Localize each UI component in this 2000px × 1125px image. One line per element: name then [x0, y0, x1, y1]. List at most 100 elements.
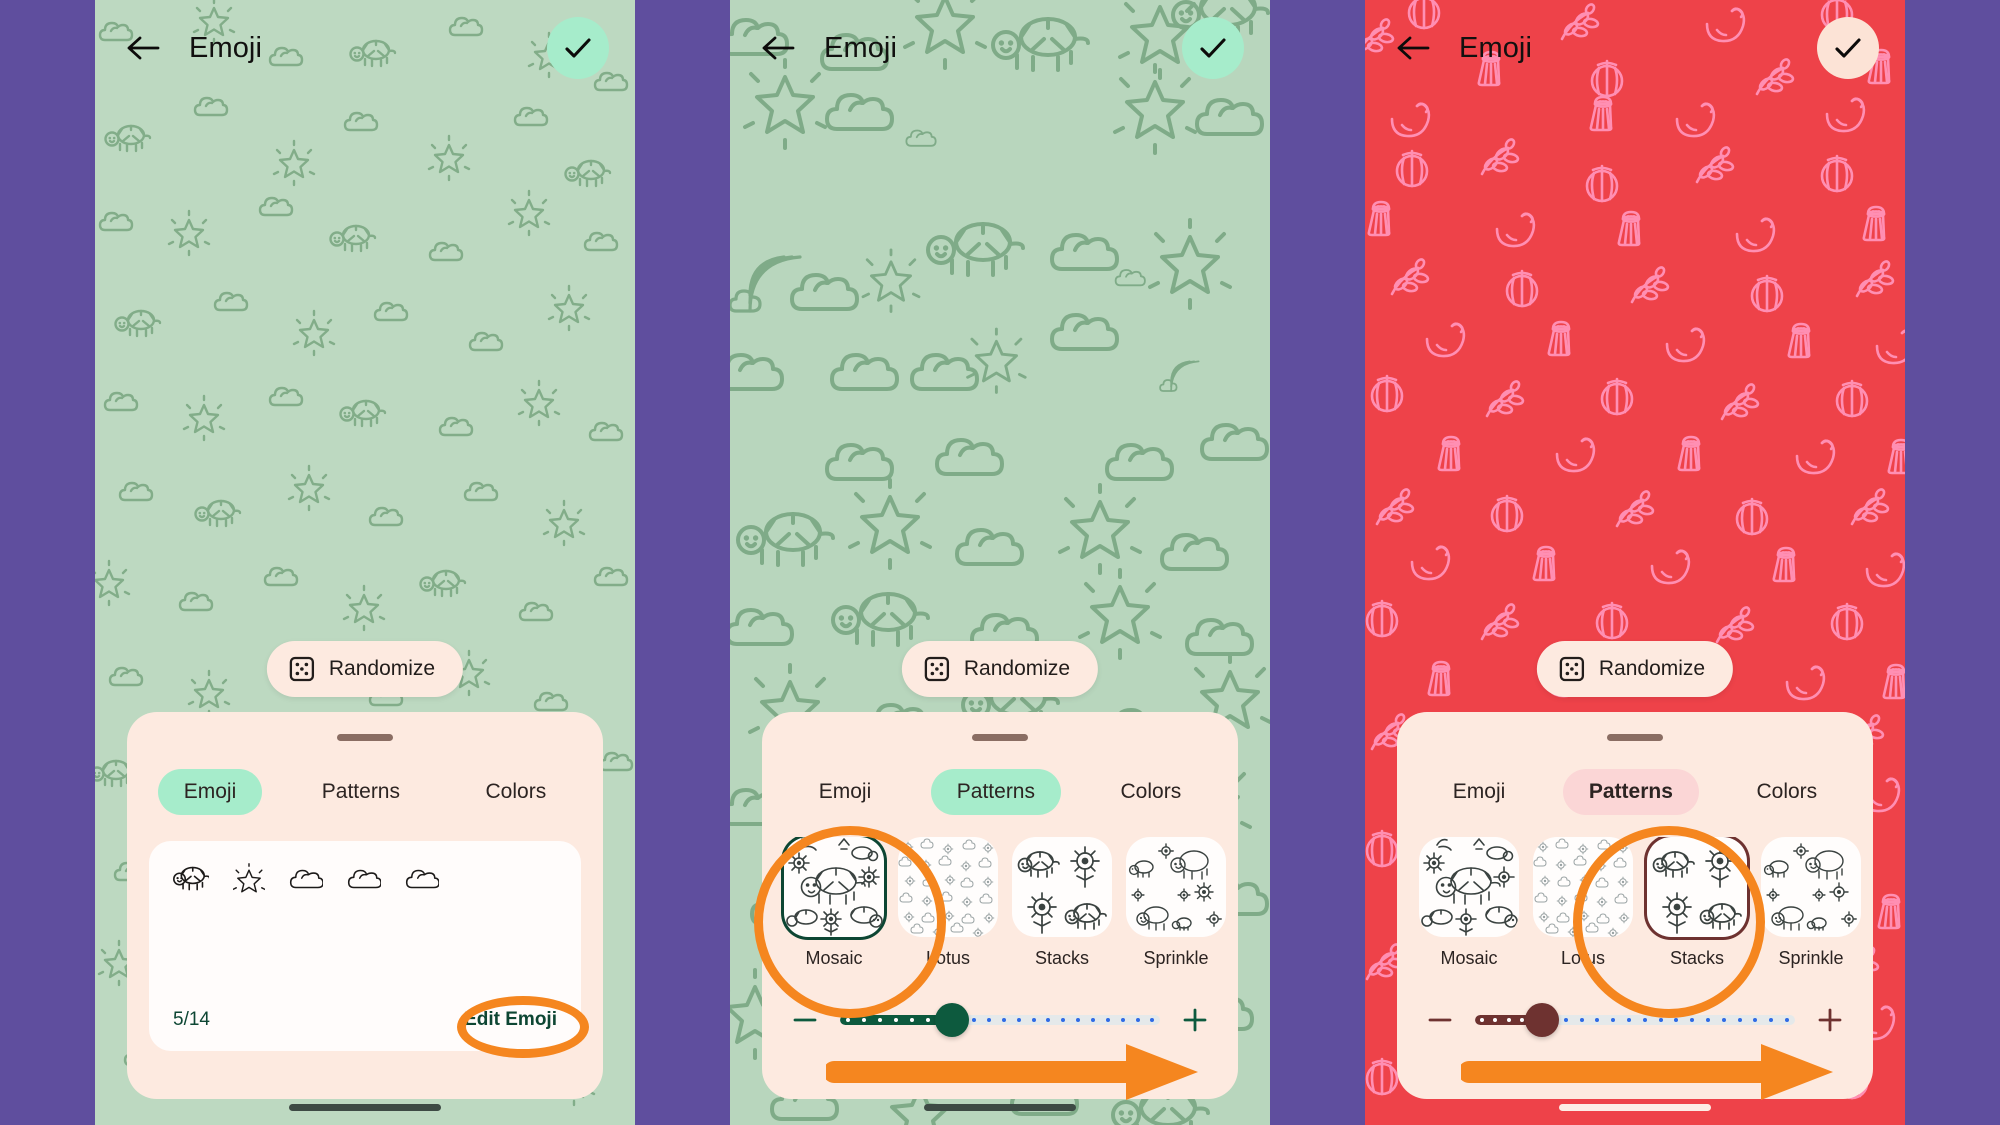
scale-slider-thumb[interactable]: [935, 1003, 969, 1037]
page-title: Emoji: [824, 31, 898, 64]
left-backdrop: [0, 0, 95, 1125]
pattern-option-lotus[interactable]: Lotus: [898, 837, 998, 969]
pattern-option-stacks[interactable]: Stacks: [1647, 837, 1747, 969]
increase-scale-button[interactable]: [1813, 1003, 1847, 1037]
pattern-thumbnail-lotus[interactable]: [1533, 837, 1633, 937]
emoji-sparkle-star[interactable]: [233, 863, 265, 895]
emoji-selection-card: 5/14 Edit Emoji: [149, 841, 581, 1051]
pattern-label-lotus: Lotus: [925, 948, 971, 968]
back-arrow-icon[interactable]: [121, 25, 167, 71]
pattern-option-lotus[interactable]: Lotus: [1533, 837, 1633, 969]
pattern-label-stacks: Stacks: [1669, 948, 1725, 968]
randomize-button-3[interactable]: Randomize: [1536, 641, 1734, 697]
pattern-label-stacks: Stacks: [1034, 948, 1090, 968]
tab-emoji[interactable]: Emoji: [793, 769, 898, 815]
decrease-scale-button[interactable]: [788, 1003, 822, 1037]
pattern-option-stacks[interactable]: Stacks: [1012, 837, 1112, 969]
randomize-label: Randomize: [1598, 657, 1706, 680]
randomize-label: Randomize: [963, 657, 1071, 680]
confirm-check-button[interactable]: [547, 17, 609, 79]
emoji-counter: 5/14: [173, 1009, 210, 1030]
pattern-label-mosaic: Mosaic: [805, 948, 863, 968]
randomize-button-2[interactable]: Randomize: [901, 641, 1099, 697]
slider-dots-remaining: [952, 1015, 1160, 1025]
dice-icon: [1559, 656, 1585, 682]
pattern-option-mosaic[interactable]: Mosaic: [1419, 837, 1519, 969]
sheet-drag-handle[interactable]: [337, 734, 393, 741]
bottom-sheet-1: Emoji Patterns Colors 5/14 Edit Emoji: [127, 712, 603, 1099]
dice-icon: [289, 656, 315, 682]
randomize-button-1[interactable]: Randomize: [266, 641, 464, 697]
tab-colors[interactable]: Colors: [1095, 769, 1208, 815]
bottom-sheet-2: Emoji Patterns Colors Mosaic Lotus Stack…: [762, 712, 1238, 1099]
tab-emoji[interactable]: Emoji: [1427, 769, 1532, 815]
tab-colors[interactable]: Colors: [460, 769, 573, 815]
increase-scale-button[interactable]: [1178, 1003, 1212, 1037]
decrease-scale-button[interactable]: [1423, 1003, 1457, 1037]
tab-bar-3: Emoji Patterns Colors: [1397, 769, 1873, 815]
page-title: Emoji: [1459, 31, 1533, 64]
check-icon: [1200, 38, 1226, 58]
pattern-thumbnail-mosaic[interactable]: [1419, 837, 1519, 937]
sheet-drag-handle[interactable]: [972, 734, 1028, 741]
confirm-check-button[interactable]: [1182, 17, 1244, 79]
app-header-2: Emoji: [730, 0, 1270, 96]
phone-panel-3: Emoji Randomize Emoji Patterns Colors Mo…: [1365, 0, 1905, 1125]
pattern-option-sprinkle[interactable]: Sprinkle: [1126, 837, 1226, 969]
pattern-label-lotus: Lotus: [1560, 948, 1606, 968]
home-indicator-3: [1559, 1104, 1711, 1111]
emoji-cloud-3[interactable]: [405, 866, 439, 892]
pattern-list-3[interactable]: Mosaic Lotus Stacks Sprinkle: [1397, 837, 1873, 969]
back-arrow-icon[interactable]: [756, 25, 802, 71]
pattern-thumbnail-lotus[interactable]: [898, 837, 998, 937]
emoji-cloud-1[interactable]: [289, 866, 323, 892]
tab-emoji[interactable]: Emoji: [157, 769, 263, 815]
plus-icon: [1818, 1008, 1842, 1032]
pattern-label-mosaic: Mosaic: [1440, 948, 1498, 968]
check-icon: [565, 38, 591, 58]
emoji-card-footer: 5/14 Edit Emoji: [173, 1009, 557, 1031]
minus-icon: [793, 1018, 817, 1022]
dice-icon: [924, 656, 950, 682]
right-backdrop: [1905, 0, 2000, 1125]
scale-slider-track-wrap[interactable]: [840, 1003, 1160, 1037]
pattern-label-sprinkle: Sprinkle: [1778, 948, 1844, 968]
tab-patterns[interactable]: Patterns: [930, 769, 1061, 815]
bottom-sheet-3: Emoji Patterns Colors Mosaic Lotus Stack…: [1397, 712, 1873, 1099]
screenshot-canvas: Emoji Randomize Emoji Patterns Colors 5/…: [0, 0, 2000, 1125]
randomize-label: Randomize: [328, 657, 436, 680]
pattern-thumbnail-mosaic[interactable]: [784, 837, 884, 937]
pattern-thumbnail-sprinkle[interactable]: [1761, 837, 1861, 937]
selected-emoji-row: [173, 863, 557, 895]
plus-icon: [1183, 1008, 1207, 1032]
tab-bar-1: Emoji Patterns Colors: [127, 769, 603, 815]
tab-bar-2: Emoji Patterns Colors: [762, 769, 1238, 815]
slider-dots-remaining: [1542, 1015, 1795, 1025]
tab-colors[interactable]: Colors: [1730, 769, 1843, 815]
pattern-list-2[interactable]: Mosaic Lotus Stacks Sprinkle: [762, 837, 1238, 969]
scale-slider-row-3: [1397, 1003, 1873, 1037]
scale-slider-track-wrap[interactable]: [1475, 1003, 1795, 1037]
emoji-turtle[interactable]: [173, 864, 209, 894]
tab-patterns[interactable]: Patterns: [296, 769, 426, 815]
scale-slider-row-2: [762, 1003, 1238, 1037]
pattern-thumbnail-stacks[interactable]: [1012, 837, 1112, 937]
edit-emoji-button[interactable]: Edit Emoji: [464, 1009, 557, 1031]
back-arrow-icon[interactable]: [1391, 25, 1437, 71]
check-icon: [1835, 38, 1861, 58]
phone-panel-2: Emoji Randomize Emoji Patterns Colors Mo…: [730, 0, 1270, 1125]
pattern-thumbnail-stacks[interactable]: [1647, 837, 1747, 937]
scale-slider-track[interactable]: [840, 1015, 1160, 1025]
pattern-thumbnail-sprinkle[interactable]: [1126, 837, 1226, 937]
confirm-check-button[interactable]: [1817, 17, 1879, 79]
scale-slider-track[interactable]: [1475, 1015, 1795, 1025]
emoji-cloud-2[interactable]: [347, 866, 381, 892]
scale-slider-thumb[interactable]: [1525, 1003, 1560, 1037]
pattern-option-mosaic[interactable]: Mosaic: [784, 837, 884, 969]
pattern-option-sprinkle[interactable]: Sprinkle: [1761, 837, 1861, 969]
minus-icon: [1428, 1018, 1452, 1022]
sheet-drag-handle[interactable]: [1607, 734, 1663, 741]
tab-patterns[interactable]: Patterns: [1562, 769, 1699, 815]
pattern-label-sprinkle: Sprinkle: [1143, 948, 1209, 968]
home-indicator-2: [924, 1104, 1076, 1111]
